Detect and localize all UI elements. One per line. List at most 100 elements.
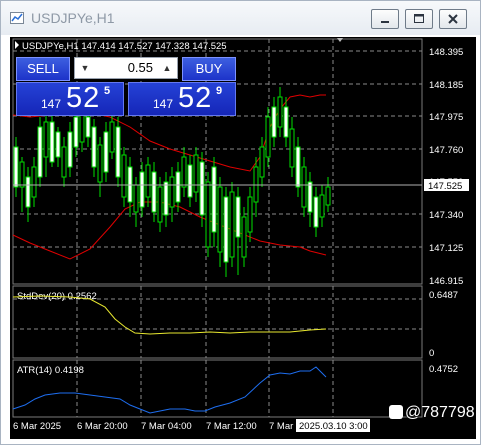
candle-body xyxy=(295,146,301,188)
close-icon xyxy=(448,14,458,24)
collapse-arrow-icon xyxy=(15,41,19,49)
candle-body xyxy=(259,146,265,178)
candle-body xyxy=(67,131,73,168)
atr-label: ATR(14) 0.4198 xyxy=(17,365,84,376)
chart-window: USDJPYe,H1 USDJPYe,H1 147.414 147.527 14… xyxy=(0,0,481,445)
candle-body xyxy=(115,126,121,178)
price-axis: 148.395 148.185 147.975 147.760 147.550 … xyxy=(429,47,463,287)
candle-body xyxy=(319,194,325,218)
price-label: 147.340 xyxy=(429,210,463,221)
sell-button[interactable]: SELL xyxy=(16,57,70,81)
price-label: 148.395 xyxy=(429,47,463,58)
candle-body xyxy=(121,154,127,198)
price-label: 146.915 xyxy=(429,276,463,287)
candle-body xyxy=(289,128,295,168)
time-label: 7 Mar 12:00 xyxy=(206,421,257,432)
price-label: 147.760 xyxy=(429,145,463,156)
time-axis: 6 Mar 2025 6 Mar 20:00 7 Mar 04:00 7 Mar… xyxy=(13,421,293,432)
candle-body xyxy=(13,146,19,188)
title-bar[interactable]: USDJPYe,H1 xyxy=(1,1,480,35)
atr-max-label: 0.4752 xyxy=(429,364,458,375)
candle-body xyxy=(229,191,235,258)
candle-body xyxy=(247,196,253,233)
minimize-button[interactable] xyxy=(371,9,399,29)
candle-body xyxy=(97,144,103,183)
price-label: 147.975 xyxy=(429,112,463,123)
cursor-time-label: 2025.03.10 3:00 xyxy=(299,421,368,432)
window-title: USDJPYe,H1 xyxy=(31,10,115,26)
chart-header-text: USDJPYe,H1 147.414 147.527 147.328 147.5… xyxy=(22,41,227,52)
buy-price-int: 147 xyxy=(153,97,174,111)
watermark-text: @787798 xyxy=(405,404,475,421)
candle-body xyxy=(139,171,145,208)
sell-price-box[interactable]: 147 52 5 xyxy=(16,82,124,116)
buy-price-box[interactable]: 147 52 9 xyxy=(128,82,236,116)
stddev-min-label: 0 xyxy=(429,348,434,359)
price-label: 148.185 xyxy=(429,80,463,91)
candle-body xyxy=(205,181,211,248)
time-label: 6 Mar 2025 xyxy=(13,421,61,432)
time-label: 6 Mar 20:00 xyxy=(77,421,128,432)
minimize-icon xyxy=(381,21,389,23)
candle-body xyxy=(109,121,115,153)
candle-body xyxy=(25,176,31,208)
buy-button[interactable]: BUY xyxy=(182,57,236,81)
candle-body xyxy=(43,121,49,158)
candle-body xyxy=(199,161,205,216)
candle-body xyxy=(169,176,175,208)
candle-body xyxy=(187,164,193,198)
current-price-label: 147.525 xyxy=(428,181,462,192)
candle-body xyxy=(49,121,55,163)
chart-app-icon xyxy=(10,12,24,24)
candle-body xyxy=(151,171,157,213)
candle-body xyxy=(61,146,67,178)
candle-body xyxy=(79,114,85,143)
candle-body xyxy=(55,131,61,158)
candle-body xyxy=(241,216,247,258)
candle-body xyxy=(283,106,289,138)
candle-body xyxy=(181,156,187,188)
candle-body xyxy=(217,186,223,253)
buy-price-sup: 9 xyxy=(216,85,223,97)
candle-body xyxy=(271,106,277,138)
candle-body xyxy=(277,96,283,128)
candle-body xyxy=(301,166,307,208)
candle-body xyxy=(265,116,271,158)
lot-decrease-icon[interactable]: ▼ xyxy=(77,59,93,77)
chart-shift-marker[interactable] xyxy=(337,38,343,42)
candle-body xyxy=(85,116,91,138)
candle-body xyxy=(157,186,163,223)
candle-body xyxy=(325,186,331,206)
candle-body xyxy=(211,166,217,233)
price-label: 147.125 xyxy=(429,243,463,254)
lot-increase-icon[interactable]: ▲ xyxy=(159,59,175,77)
candle-body xyxy=(313,196,319,228)
candle-body xyxy=(223,196,229,263)
candle-body xyxy=(91,126,97,168)
candle-body xyxy=(175,171,181,203)
lot-size-input[interactable]: ▼ 0.55 ▲ xyxy=(74,57,178,79)
one-click-trading-panel: SELL ▼ 0.55 ▲ BUY 147 52 5 147 52 9 xyxy=(16,57,236,117)
candle-body xyxy=(31,166,37,198)
candle-body xyxy=(235,196,241,238)
candle-body xyxy=(37,126,43,178)
sell-price-big: 52 xyxy=(66,82,101,114)
close-button[interactable] xyxy=(439,9,467,29)
restore-icon xyxy=(414,14,424,23)
restore-button[interactable] xyxy=(405,9,433,29)
candle-body xyxy=(193,154,199,193)
candle-body xyxy=(307,181,313,213)
sell-price-sup: 5 xyxy=(104,85,111,97)
candle-body xyxy=(73,116,79,148)
candle-body xyxy=(19,161,25,188)
candle-body xyxy=(103,131,109,173)
stddev-max-label: 0.6487 xyxy=(429,290,458,301)
candle-body xyxy=(163,181,169,216)
sell-price-int: 147 xyxy=(41,97,62,111)
lot-size-value[interactable]: 0.55 xyxy=(128,60,153,75)
candle-body xyxy=(133,184,139,213)
lower-band-line xyxy=(12,201,327,260)
watermark-logo-icon xyxy=(389,405,403,419)
time-label: 7 Mar 04:00 xyxy=(141,421,192,432)
candle-body xyxy=(145,164,151,198)
